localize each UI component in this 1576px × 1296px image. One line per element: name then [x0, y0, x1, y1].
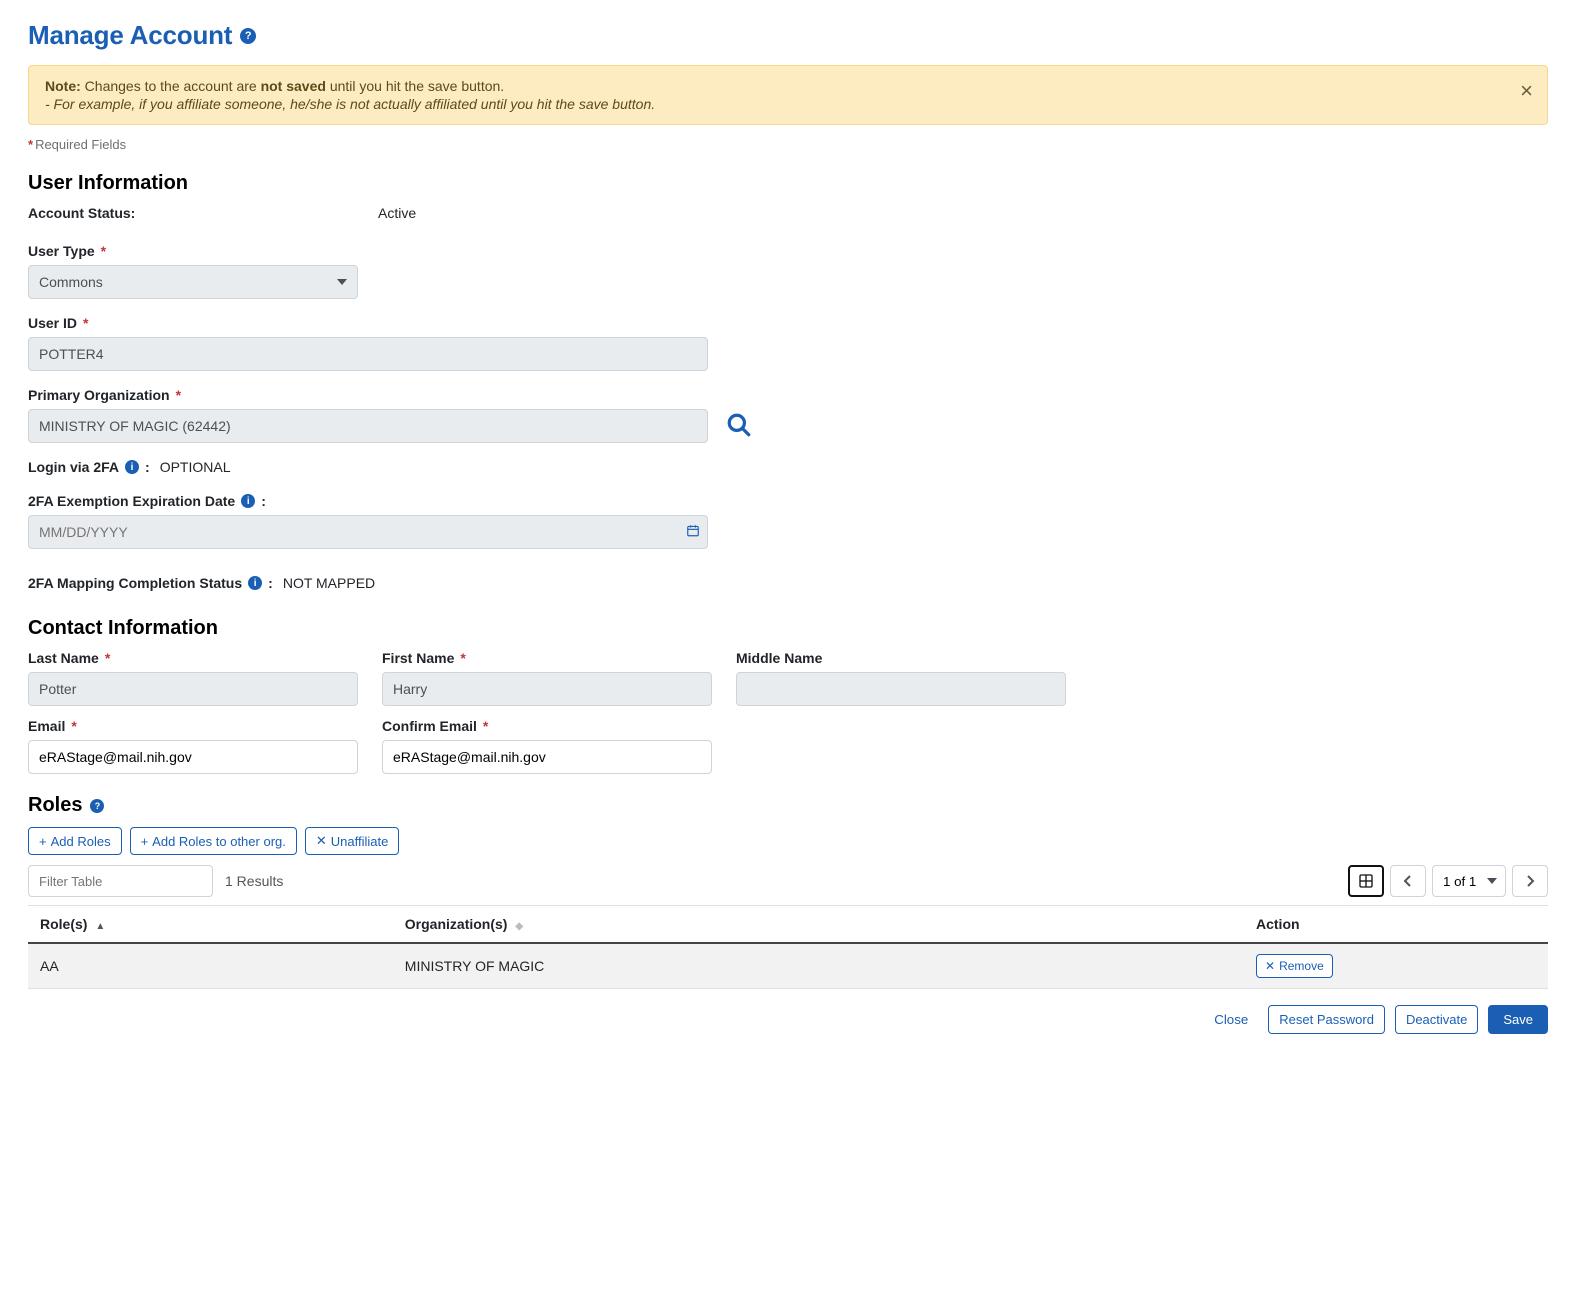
2fa-exemption-input[interactable] — [28, 515, 708, 549]
unsaved-changes-alert: Note: Changes to the account are not sav… — [28, 65, 1548, 125]
add-roles-button[interactable]: + Add Roles — [28, 827, 122, 855]
account-status-value: Active — [378, 205, 416, 227]
search-icon[interactable] — [726, 412, 752, 441]
last-name-label: Last Name — [28, 650, 99, 666]
info-icon[interactable]: i — [241, 494, 255, 508]
page-title: Manage Account — [28, 20, 232, 51]
alert-line1-b: not saved — [261, 78, 326, 94]
organizations-column-header[interactable]: Organization(s) ◆ — [393, 906, 1244, 944]
first-name-input[interactable] — [382, 672, 712, 706]
close-button[interactable]: Close — [1204, 1005, 1258, 1034]
confirm-email-input[interactable] — [382, 740, 712, 774]
user-information-heading: User Information — [28, 172, 1548, 195]
reset-password-button[interactable]: Reset Password — [1268, 1005, 1385, 1034]
remove-button[interactable]: ✕ Remove — [1256, 954, 1333, 978]
unaffiliate-label: Unaffiliate — [331, 834, 389, 849]
pager-next-button[interactable] — [1512, 865, 1548, 897]
pager-select[interactable]: 1 of 1 — [1432, 865, 1506, 897]
last-name-input[interactable] — [28, 672, 358, 706]
asterisk-icon: * — [483, 718, 488, 734]
action-column-header: Action — [1244, 906, 1548, 944]
plus-icon: + — [39, 834, 47, 849]
org-cell: MINISTRY OF MAGIC — [393, 943, 1244, 989]
filter-table-input[interactable] — [28, 865, 213, 897]
roles-column-header[interactable]: Role(s) ▲ — [28, 906, 393, 944]
first-name-label: First Name — [382, 650, 454, 666]
confirm-email-label: Confirm Email — [382, 718, 477, 734]
user-id-input[interactable] — [28, 337, 708, 371]
colon: : — [268, 575, 273, 591]
sort-asc-icon: ▲ — [95, 921, 105, 932]
email-label: Email — [28, 718, 65, 734]
x-icon: ✕ — [316, 833, 327, 849]
2fa-mapping-value: NOT MAPPED — [283, 575, 375, 591]
help-icon[interactable]: ? — [90, 799, 104, 813]
grid-view-button[interactable] — [1348, 865, 1384, 897]
alert-note-label: Note: — [45, 78, 81, 94]
2fa-exemption-label: 2FA Exemption Expiration Date — [28, 493, 235, 509]
close-icon[interactable]: × — [1520, 80, 1533, 102]
table-row: AA MINISTRY OF MAGIC ✕ Remove — [28, 943, 1548, 989]
email-input[interactable] — [28, 740, 358, 774]
unaffiliate-button[interactable]: ✕ Unaffiliate — [305, 827, 399, 855]
user-id-label: User ID — [28, 315, 77, 331]
roles-heading-text: Roles — [28, 794, 82, 817]
roles-heading: Roles ? — [28, 794, 1548, 817]
info-icon[interactable]: i — [125, 460, 139, 474]
asterisk-icon: * — [176, 387, 181, 403]
middle-name-input[interactable] — [736, 672, 1066, 706]
asterisk-icon: * — [460, 650, 465, 666]
plus-icon: + — [141, 834, 149, 849]
user-type-label: User Type — [28, 243, 95, 259]
add-roles-label: Add Roles — [51, 834, 111, 849]
asterisk-icon: * — [105, 650, 110, 666]
asterisk-icon: * — [71, 718, 76, 734]
alert-line1-c: until you hit the save button. — [326, 78, 504, 94]
contact-information-heading: Contact Information — [28, 617, 1548, 640]
required-fields-hint: *Required Fields — [28, 137, 1548, 152]
roles-column-label: Role(s) — [40, 916, 87, 932]
asterisk-icon: * — [101, 243, 106, 259]
pager-prev-button[interactable] — [1390, 865, 1426, 897]
deactivate-button[interactable]: Deactivate — [1395, 1005, 1478, 1034]
results-count: 1 Results — [225, 873, 283, 889]
2fa-mapping-label: 2FA Mapping Completion Status — [28, 575, 242, 591]
x-icon: ✕ — [1265, 959, 1275, 973]
save-button[interactable]: Save — [1488, 1005, 1548, 1034]
alert-line1-a: Changes to the account are — [85, 78, 261, 94]
calendar-icon[interactable] — [686, 524, 700, 541]
primary-org-label: Primary Organization — [28, 387, 170, 403]
role-cell: AA — [28, 943, 393, 989]
primary-org-input[interactable] — [28, 409, 708, 443]
required-fields-text: Required Fields — [35, 137, 126, 152]
add-roles-other-org-label: Add Roles to other org. — [152, 834, 286, 849]
help-icon[interactable]: ? — [240, 28, 256, 44]
remove-label: Remove — [1279, 959, 1324, 973]
add-roles-other-org-button[interactable]: + Add Roles to other org. — [130, 827, 297, 855]
sort-icon: ◆ — [515, 921, 523, 932]
colon: : — [145, 459, 150, 475]
organizations-column-label: Organization(s) — [405, 916, 508, 932]
user-type-select[interactable]: Commons — [28, 265, 358, 299]
roles-table: Role(s) ▲ Organization(s) ◆ Action AA MI… — [28, 905, 1548, 989]
middle-name-label: Middle Name — [736, 650, 822, 666]
account-status-label: Account Status: — [28, 205, 378, 221]
asterisk-icon: * — [28, 137, 33, 152]
login-2fa-value: OPTIONAL — [160, 459, 231, 475]
alert-line2: - For example, if you affiliate someone,… — [45, 96, 655, 112]
info-icon[interactable]: i — [248, 576, 262, 590]
login-2fa-label: Login via 2FA — [28, 459, 119, 475]
asterisk-icon: * — [83, 315, 88, 331]
colon: : — [261, 493, 266, 509]
